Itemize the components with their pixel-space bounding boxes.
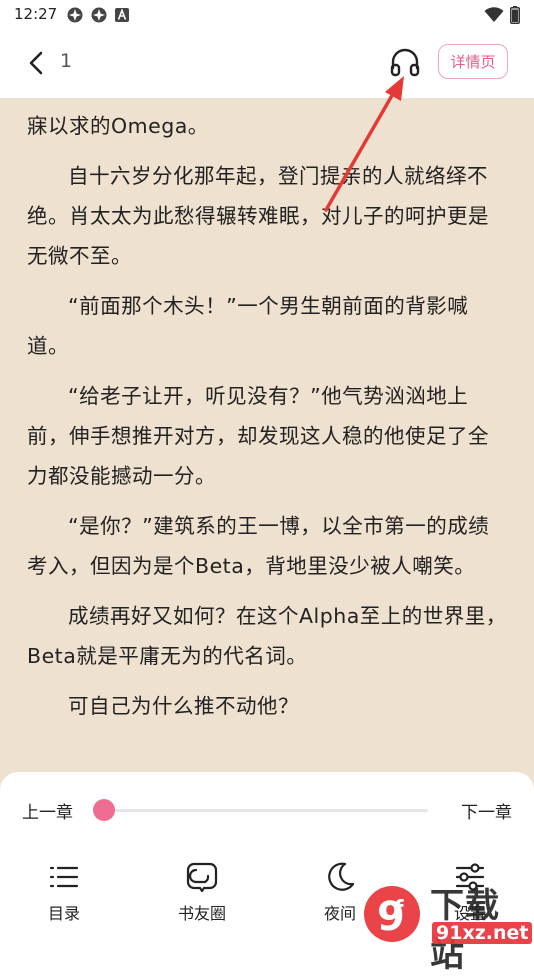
headphones-icon[interactable] — [388, 46, 422, 80]
paragraph: 成绩再好又如何？在这个Alpha至上的世界里，Beta就是平庸无为的代名词。 — [27, 604, 507, 668]
paragraph: 自十六岁分化那年起，登门提亲的人就络绎不绝。肖太太为此愁得辗转难眠，对儿子的呵护… — [27, 164, 489, 268]
detail-page-button[interactable]: 详情页 — [438, 44, 508, 79]
a-notification-icon — [115, 8, 129, 22]
list-icon — [49, 866, 79, 888]
watermark-url: 91xz.net — [432, 922, 533, 944]
nav-item-book-circle[interactable]: 书友圈 — [157, 860, 247, 924]
reader-top-bar: 1 详情页 — [0, 30, 534, 98]
wifi-icon — [484, 7, 504, 22]
next-chapter-button[interactable]: 下一章 — [461, 798, 512, 823]
reading-area[interactable]: 寐以求的Omega。 自十六岁分化那年起，登门提亲的人就络绎不绝。肖太太为此愁得… — [0, 98, 534, 798]
chapter-text: 寐以求的Omega。 自十六岁分化那年起，登门提亲的人就络绎不绝。肖太太为此愁得… — [27, 106, 507, 736]
nav-label: 目录 — [47, 904, 80, 923]
paragraph: “给老子让开，听见没有？”他气势汹汹地上前，伸手想推开对方，却发现这人稳的他使足… — [27, 384, 489, 488]
system-status-icons — [484, 6, 520, 24]
paragraph: 可自己为什么推不动他？ — [68, 694, 299, 718]
status-bar: 12:27 — [0, 0, 534, 30]
chapter-progress-slider[interactable] — [93, 799, 428, 821]
app-notification-icon — [67, 7, 83, 23]
status-time: 12:27 — [14, 5, 58, 23]
page-number: 1 — [60, 50, 73, 72]
notification-icons — [66, 6, 130, 24]
svg-text:f: f — [394, 897, 404, 922]
paragraph: “前面那个木头！”一个男生朝前面的背影喊道。 — [27, 294, 469, 358]
nav-label: 书友圈 — [177, 904, 226, 923]
progress-thumb[interactable] — [93, 799, 115, 821]
chat-bubble-icon — [186, 862, 218, 893]
site-watermark: 9 f 下载站 91xz.net — [362, 872, 534, 975]
back-arrow-icon[interactable] — [22, 48, 52, 78]
prev-chapter-button[interactable]: 上一章 — [22, 798, 73, 823]
paragraph: 寐以求的Omega。 — [27, 114, 209, 138]
nav-item-catalog[interactable]: 目录 — [19, 860, 109, 924]
moon-icon — [328, 862, 355, 891]
battery-icon — [510, 6, 520, 24]
paragraph: “是你？”建筑系的王一博，以全市第一的成绩考入，但因为是个Beta，背地里没少被… — [27, 514, 490, 578]
app-notification-icon-2 — [91, 7, 107, 23]
